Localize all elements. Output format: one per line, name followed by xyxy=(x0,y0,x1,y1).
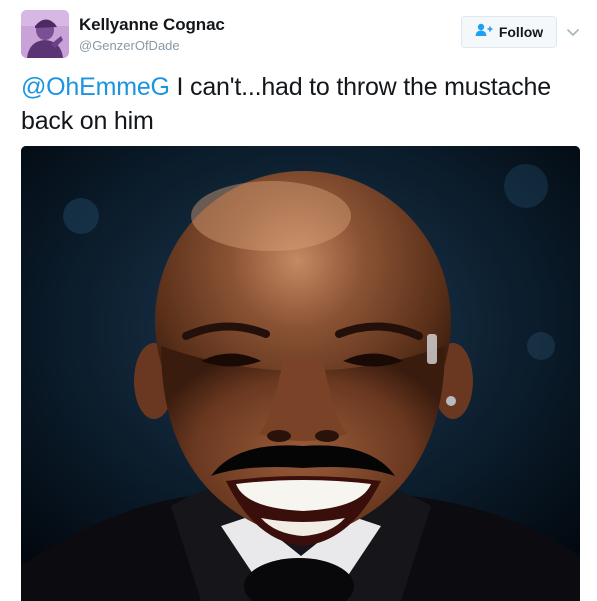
mention-link[interactable]: @OhEmmeG xyxy=(21,73,170,101)
chevron-down-icon[interactable] xyxy=(566,25,580,37)
add-user-icon xyxy=(475,23,493,42)
photo-image xyxy=(21,146,580,601)
follow-button[interactable]: Follow xyxy=(461,16,557,48)
avatar[interactable] xyxy=(21,10,69,58)
tweet-photo[interactable] xyxy=(21,146,580,601)
avatar-image xyxy=(21,10,69,58)
follow-label: Follow xyxy=(498,24,544,40)
user-handle[interactable]: @GenzerOfDade xyxy=(79,38,180,53)
tweet-card: Kellyanne Cognac @GenzerOfDade Follow @O… xyxy=(0,0,597,601)
tweet-text: @OhEmmeG I can't...had to throw the must… xyxy=(21,70,586,138)
display-name[interactable]: Kellyanne Cognac xyxy=(79,15,225,35)
